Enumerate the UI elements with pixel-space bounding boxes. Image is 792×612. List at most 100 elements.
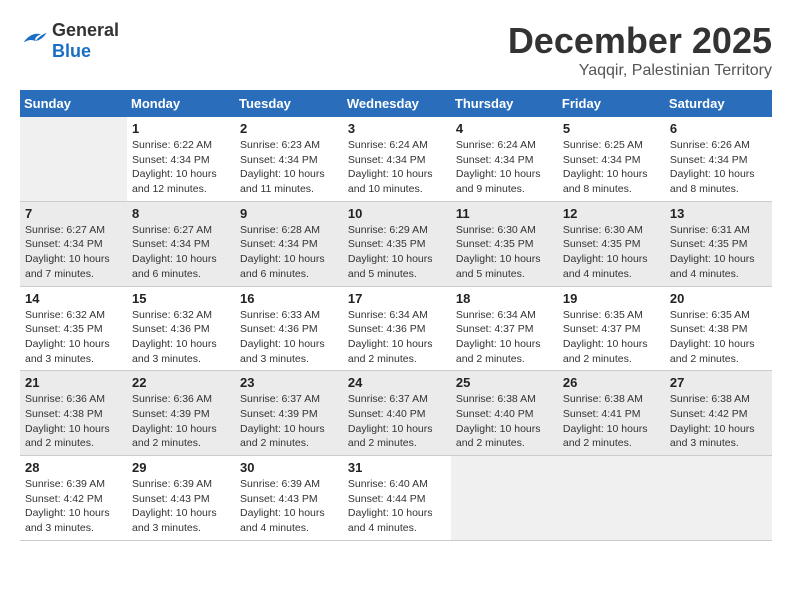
calendar-week-row: 21 Sunrise: 6:36 AM Sunset: 4:38 PM Dayl… [20, 371, 772, 456]
day-info: Sunrise: 6:30 AM Sunset: 4:35 PM Dayligh… [563, 223, 660, 282]
day-number: 28 [25, 460, 122, 475]
calendar-cell: 26 Sunrise: 6:38 AM Sunset: 4:41 PM Dayl… [558, 371, 665, 456]
day-info: Sunrise: 6:35 AM Sunset: 4:38 PM Dayligh… [670, 308, 767, 367]
title-area: December 2025 Yaqqir, Palestinian Territ… [508, 20, 772, 80]
calendar-cell [665, 456, 772, 541]
calendar-cell: 13 Sunrise: 6:31 AM Sunset: 4:35 PM Dayl… [665, 201, 772, 286]
calendar-cell: 21 Sunrise: 6:36 AM Sunset: 4:38 PM Dayl… [20, 371, 127, 456]
weekday-header-tuesday: Tuesday [235, 90, 343, 117]
day-info: Sunrise: 6:38 AM Sunset: 4:40 PM Dayligh… [456, 392, 553, 451]
day-number: 7 [25, 206, 122, 221]
calendar-cell: 3 Sunrise: 6:24 AM Sunset: 4:34 PM Dayli… [343, 117, 451, 201]
day-number: 12 [563, 206, 660, 221]
day-info: Sunrise: 6:39 AM Sunset: 4:43 PM Dayligh… [132, 477, 230, 536]
logo-blue: Blue [52, 41, 91, 61]
calendar-cell: 2 Sunrise: 6:23 AM Sunset: 4:34 PM Dayli… [235, 117, 343, 201]
day-info: Sunrise: 6:23 AM Sunset: 4:34 PM Dayligh… [240, 138, 338, 197]
day-info: Sunrise: 6:27 AM Sunset: 4:34 PM Dayligh… [132, 223, 230, 282]
day-number: 23 [240, 375, 338, 390]
calendar-cell: 28 Sunrise: 6:39 AM Sunset: 4:42 PM Dayl… [20, 456, 127, 541]
day-info: Sunrise: 6:28 AM Sunset: 4:34 PM Dayligh… [240, 223, 338, 282]
calendar-cell: 17 Sunrise: 6:34 AM Sunset: 4:36 PM Dayl… [343, 286, 451, 371]
calendar-cell: 10 Sunrise: 6:29 AM Sunset: 4:35 PM Dayl… [343, 201, 451, 286]
calendar-table: SundayMondayTuesdayWednesdayThursdayFrid… [20, 90, 772, 541]
day-info: Sunrise: 6:40 AM Sunset: 4:44 PM Dayligh… [348, 477, 446, 536]
day-info: Sunrise: 6:25 AM Sunset: 4:34 PM Dayligh… [563, 138, 660, 197]
day-number: 14 [25, 291, 122, 306]
calendar-cell: 14 Sunrise: 6:32 AM Sunset: 4:35 PM Dayl… [20, 286, 127, 371]
day-number: 20 [670, 291, 767, 306]
calendar-cell: 6 Sunrise: 6:26 AM Sunset: 4:34 PM Dayli… [665, 117, 772, 201]
calendar-cell: 5 Sunrise: 6:25 AM Sunset: 4:34 PM Dayli… [558, 117, 665, 201]
calendar-cell: 22 Sunrise: 6:36 AM Sunset: 4:39 PM Dayl… [127, 371, 235, 456]
day-info: Sunrise: 6:32 AM Sunset: 4:36 PM Dayligh… [132, 308, 230, 367]
day-number: 6 [670, 121, 767, 136]
calendar-cell: 16 Sunrise: 6:33 AM Sunset: 4:36 PM Dayl… [235, 286, 343, 371]
calendar-cell: 20 Sunrise: 6:35 AM Sunset: 4:38 PM Dayl… [665, 286, 772, 371]
logo: General Blue [20, 20, 119, 62]
day-number: 30 [240, 460, 338, 475]
weekday-header-sunday: Sunday [20, 90, 127, 117]
weekday-header-saturday: Saturday [665, 90, 772, 117]
calendar-cell: 27 Sunrise: 6:38 AM Sunset: 4:42 PM Dayl… [665, 371, 772, 456]
weekday-header-monday: Monday [127, 90, 235, 117]
calendar-cell: 25 Sunrise: 6:38 AM Sunset: 4:40 PM Dayl… [451, 371, 558, 456]
calendar-cell: 31 Sunrise: 6:40 AM Sunset: 4:44 PM Dayl… [343, 456, 451, 541]
calendar-cell [558, 456, 665, 541]
calendar-cell: 29 Sunrise: 6:39 AM Sunset: 4:43 PM Dayl… [127, 456, 235, 541]
calendar-cell: 15 Sunrise: 6:32 AM Sunset: 4:36 PM Dayl… [127, 286, 235, 371]
day-info: Sunrise: 6:37 AM Sunset: 4:39 PM Dayligh… [240, 392, 338, 451]
day-number: 13 [670, 206, 767, 221]
calendar-cell [20, 117, 127, 201]
day-info: Sunrise: 6:34 AM Sunset: 4:37 PM Dayligh… [456, 308, 553, 367]
day-info: Sunrise: 6:32 AM Sunset: 4:35 PM Dayligh… [25, 308, 122, 367]
day-number: 19 [563, 291, 660, 306]
day-info: Sunrise: 6:38 AM Sunset: 4:42 PM Dayligh… [670, 392, 767, 451]
location-title: Yaqqir, Palestinian Territory [508, 62, 772, 80]
weekday-header-thursday: Thursday [451, 90, 558, 117]
day-number: 16 [240, 291, 338, 306]
day-number: 27 [670, 375, 767, 390]
day-number: 2 [240, 121, 338, 136]
day-info: Sunrise: 6:24 AM Sunset: 4:34 PM Dayligh… [456, 138, 553, 197]
day-info: Sunrise: 6:29 AM Sunset: 4:35 PM Dayligh… [348, 223, 446, 282]
day-number: 1 [132, 121, 230, 136]
day-number: 22 [132, 375, 230, 390]
day-info: Sunrise: 6:35 AM Sunset: 4:37 PM Dayligh… [563, 308, 660, 367]
day-info: Sunrise: 6:36 AM Sunset: 4:39 PM Dayligh… [132, 392, 230, 451]
calendar-cell: 7 Sunrise: 6:27 AM Sunset: 4:34 PM Dayli… [20, 201, 127, 286]
day-number: 31 [348, 460, 446, 475]
day-info: Sunrise: 6:33 AM Sunset: 4:36 PM Dayligh… [240, 308, 338, 367]
weekday-header-row: SundayMondayTuesdayWednesdayThursdayFrid… [20, 90, 772, 117]
day-info: Sunrise: 6:36 AM Sunset: 4:38 PM Dayligh… [25, 392, 122, 451]
day-info: Sunrise: 6:39 AM Sunset: 4:42 PM Dayligh… [25, 477, 122, 536]
weekday-header-wednesday: Wednesday [343, 90, 451, 117]
day-number: 9 [240, 206, 338, 221]
calendar-week-row: 7 Sunrise: 6:27 AM Sunset: 4:34 PM Dayli… [20, 201, 772, 286]
calendar-cell [451, 456, 558, 541]
calendar-cell: 1 Sunrise: 6:22 AM Sunset: 4:34 PM Dayli… [127, 117, 235, 201]
day-number: 25 [456, 375, 553, 390]
logo-general: General [52, 20, 119, 40]
calendar-cell: 24 Sunrise: 6:37 AM Sunset: 4:40 PM Dayl… [343, 371, 451, 456]
calendar-cell: 8 Sunrise: 6:27 AM Sunset: 4:34 PM Dayli… [127, 201, 235, 286]
day-info: Sunrise: 6:38 AM Sunset: 4:41 PM Dayligh… [563, 392, 660, 451]
day-number: 29 [132, 460, 230, 475]
weekday-header-friday: Friday [558, 90, 665, 117]
day-info: Sunrise: 6:27 AM Sunset: 4:34 PM Dayligh… [25, 223, 122, 282]
day-info: Sunrise: 6:39 AM Sunset: 4:43 PM Dayligh… [240, 477, 338, 536]
day-info: Sunrise: 6:31 AM Sunset: 4:35 PM Dayligh… [670, 223, 767, 282]
day-number: 10 [348, 206, 446, 221]
day-number: 8 [132, 206, 230, 221]
calendar-cell: 9 Sunrise: 6:28 AM Sunset: 4:34 PM Dayli… [235, 201, 343, 286]
month-title: December 2025 [508, 20, 772, 62]
calendar-cell: 4 Sunrise: 6:24 AM Sunset: 4:34 PM Dayli… [451, 117, 558, 201]
calendar-cell: 12 Sunrise: 6:30 AM Sunset: 4:35 PM Dayl… [558, 201, 665, 286]
calendar-week-row: 14 Sunrise: 6:32 AM Sunset: 4:35 PM Dayl… [20, 286, 772, 371]
day-number: 18 [456, 291, 553, 306]
logo-text: General Blue [52, 20, 119, 62]
day-number: 15 [132, 291, 230, 306]
day-number: 26 [563, 375, 660, 390]
day-number: 24 [348, 375, 446, 390]
day-number: 3 [348, 121, 446, 136]
